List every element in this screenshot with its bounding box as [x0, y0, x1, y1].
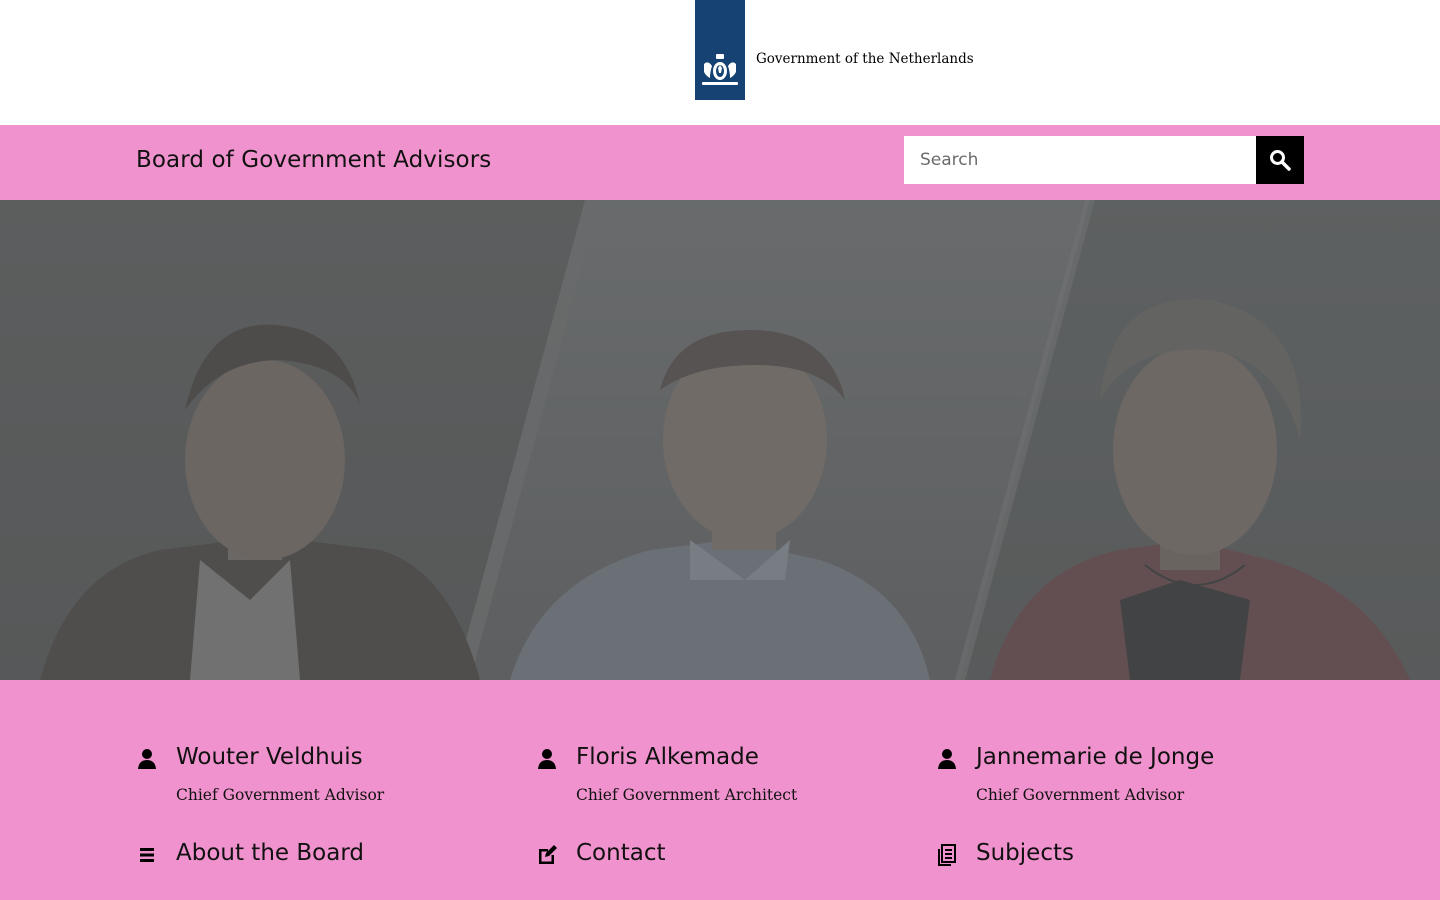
- person-card[interactable]: Jannemarie de Jonge Chief Government Adv…: [936, 744, 1316, 814]
- search-button[interactable]: [1256, 136, 1304, 184]
- person-role: Chief Government Advisor: [176, 786, 385, 804]
- person-icon: [936, 748, 958, 770]
- about-board-label[interactable]: About the Board: [176, 840, 364, 866]
- subjects-label[interactable]: Subjects: [976, 840, 1074, 866]
- person-name[interactable]: Jannemarie de Jonge: [976, 744, 1214, 770]
- subjects-link[interactable]: Subjects: [936, 840, 1316, 876]
- top-bar: Government of the Netherlands: [0, 0, 1440, 125]
- person-role: Chief Government Advisor: [976, 786, 1185, 804]
- portrait-photo: [0, 200, 1440, 680]
- search-icon: [1270, 150, 1291, 171]
- site-header: Board of Government Advisors: [0, 125, 1440, 200]
- edit-icon: [536, 844, 558, 866]
- logo-text: Government of the Netherlands: [756, 51, 974, 67]
- hero-image: [0, 200, 1440, 680]
- search-input[interactable]: [904, 136, 1256, 184]
- contact-label[interactable]: Contact: [576, 840, 665, 866]
- person-name[interactable]: Wouter Veldhuis: [176, 744, 363, 770]
- person-name[interactable]: Floris Alkemade: [576, 744, 759, 770]
- person-card[interactable]: Wouter Veldhuis Chief Government Advisor: [136, 744, 516, 814]
- about-board-link[interactable]: About the Board: [136, 840, 516, 876]
- list-icon: [136, 844, 158, 866]
- site-title[interactable]: Board of Government Advisors: [136, 147, 491, 173]
- coat-of-arms-icon: [702, 54, 738, 85]
- government-logo[interactable]: [695, 0, 745, 100]
- contact-link[interactable]: Contact: [536, 840, 916, 876]
- people-and-links-section: Wouter Veldhuis Chief Government Advisor…: [0, 680, 1440, 900]
- person-icon: [136, 748, 158, 770]
- person-icon: [536, 748, 558, 770]
- person-role: Chief Government Architect: [576, 786, 798, 804]
- document-icon: [936, 844, 958, 866]
- person-card[interactable]: Floris Alkemade Chief Government Archite…: [536, 744, 916, 814]
